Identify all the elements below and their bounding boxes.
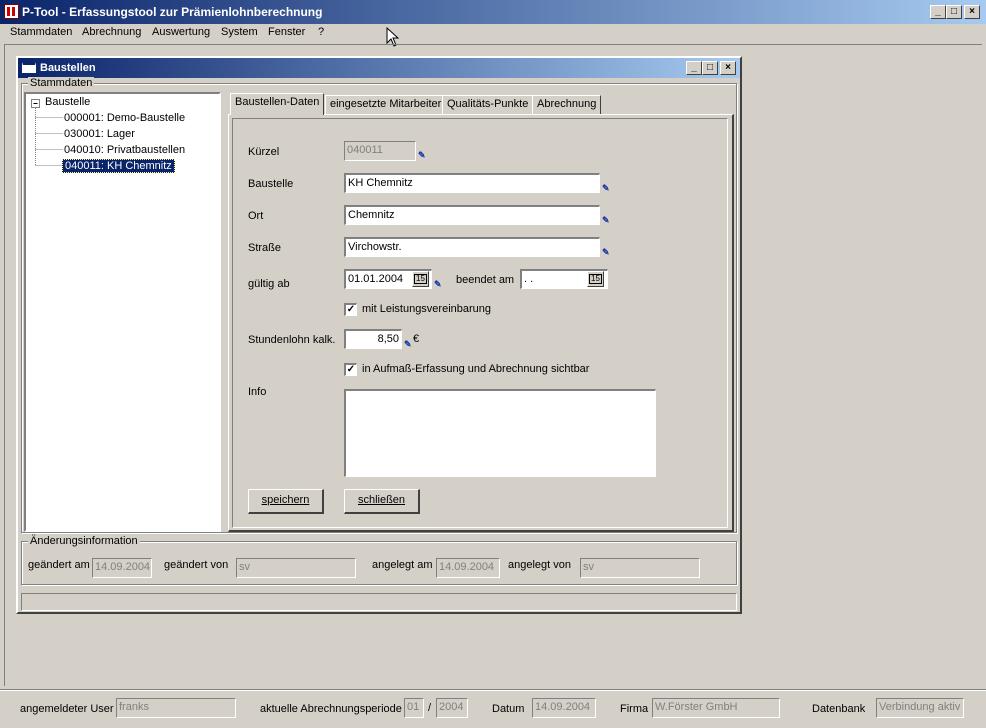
tab-baustellen-daten[interactable]: Baustellen-Daten: [230, 93, 325, 115]
baustellen-tree[interactable]: Baustelle 000001: Demo-Baustelle 030001:…: [24, 92, 221, 532]
menu-auswertung[interactable]: Auswertung: [152, 26, 210, 38]
sichtbar-checkbox[interactable]: ✓: [344, 363, 357, 376]
kuerzel-field: 040011: [344, 141, 416, 161]
datum-field: 14.09.2004: [532, 698, 596, 718]
calendar-icon[interactable]: 15: [587, 271, 604, 287]
save-button[interactable]: speichern: [248, 489, 324, 514]
db-field: Verbindung aktiv: [876, 698, 964, 718]
edit-pen-icon: ✎: [602, 215, 610, 225]
angelegt-am-label: angelegt am: [372, 559, 433, 571]
gueltig-label: gültig ab: [248, 278, 290, 290]
period-separator: /: [428, 702, 432, 714]
beendet-label: beendet am: [456, 274, 515, 286]
minimize-button[interactable]: _: [930, 5, 946, 19]
strasse-label: Straße: [248, 242, 282, 254]
baustelle-input[interactable]: KH Chemnitz: [344, 173, 600, 193]
user-field: franks: [116, 698, 236, 718]
angelegt-von-field: sv: [580, 558, 700, 578]
tab-abrechnung[interactable]: Abrechnung: [532, 95, 602, 114]
calendar-icon[interactable]: 15: [412, 271, 429, 287]
angelegt-am-field: 14.09.2004: [436, 558, 500, 578]
period-label: aktuelle Abrechnungsperiode: [260, 703, 402, 715]
period-year-field: 2004: [436, 698, 468, 718]
window-status-panel: [21, 593, 737, 611]
kuerzel-label: Kürzel: [248, 146, 280, 158]
tree-item[interactable]: 040010: Privatbaustellen: [64, 144, 185, 156]
tree-item-selected[interactable]: 040011: KH Chemnitz: [62, 159, 175, 173]
db-label: Datenbank: [812, 703, 866, 715]
tab-mitarbeiter[interactable]: eingesetzte Mitarbeiter: [325, 95, 447, 114]
close-form-button[interactable]: schließen: [344, 489, 420, 514]
tree-root[interactable]: Baustelle: [45, 96, 90, 108]
close-button[interactable]: ×: [964, 5, 980, 19]
menu-system[interactable]: System: [221, 26, 258, 38]
statusbar-divider-light: [0, 690, 986, 691]
geaendert-von-label: geändert von: [164, 559, 229, 571]
app-titlebar[interactable]: P-Tool - Erfassungstool zur Prämienlohnb…: [0, 0, 986, 24]
stundenlohn-input[interactable]: 8,50: [344, 329, 402, 349]
firma-field: W.Förster GmbH: [652, 698, 780, 718]
sichtbar-label: in Aufmaß-Erfassung und Abrechnung sicht…: [362, 363, 590, 375]
maximize-button[interactable]: □: [946, 5, 962, 19]
leistung-checkbox[interactable]: ✓: [344, 303, 357, 316]
app-title: P-Tool - Erfassungstool zur Prämienlohnb…: [22, 5, 323, 19]
menu-stammdaten[interactable]: Stammdaten: [10, 26, 72, 38]
edit-pen-icon: ✎: [418, 150, 426, 160]
tab-qualitaets-punkte[interactable]: Qualitäts-Punkte: [442, 95, 534, 114]
menu-bar: Stammdaten Abrechnung Auswertung System …: [0, 24, 986, 42]
menu-abrechnung[interactable]: Abrechnung: [82, 26, 141, 38]
ort-input[interactable]: Chemnitz: [344, 205, 600, 225]
ort-label: Ort: [248, 210, 264, 222]
baustellen-titlebar[interactable]: Baustellen _ □ ×: [18, 58, 740, 78]
menu-fenster[interactable]: Fenster: [268, 26, 305, 38]
currency-label: €: [413, 333, 420, 345]
changes-group-label: Änderungsinformation: [28, 535, 140, 547]
geaendert-von-field: sv: [236, 558, 356, 578]
stammdaten-group-label: Stammdaten: [28, 77, 95, 89]
stundenlohn-label: Stundenlohn kalk.: [248, 334, 336, 346]
window-icon: [22, 62, 36, 73]
datum-label: Datum: [492, 703, 525, 715]
child-maximize-button[interactable]: □: [702, 61, 718, 75]
info-label: Info: [248, 386, 267, 398]
edit-pen-icon: ✎: [404, 339, 412, 349]
info-textarea[interactable]: [344, 389, 656, 477]
child-close-button[interactable]: ×: [720, 61, 736, 75]
app-icon: [4, 4, 19, 19]
baustelle-label: Baustelle: [248, 178, 294, 190]
angelegt-von-label: angelegt von: [508, 559, 571, 571]
geaendert-am-label: geändert am: [28, 559, 90, 571]
firma-label: Firma: [620, 703, 649, 715]
tree-item[interactable]: 030001: Lager: [64, 128, 135, 140]
geaendert-am-field: 14.09.2004: [92, 558, 152, 578]
user-label: angemeldeter User: [20, 703, 114, 715]
period-month-field: 01: [404, 698, 424, 718]
tree-item[interactable]: 000001: Demo-Baustelle: [64, 112, 185, 124]
edit-pen-icon: ✎: [602, 183, 610, 193]
child-minimize-button[interactable]: _: [686, 61, 702, 75]
strasse-input[interactable]: Virchowstr.: [344, 237, 600, 257]
edit-pen-icon: ✎: [602, 247, 610, 257]
window-title: Baustellen: [40, 62, 96, 74]
leistung-label: mit Leistungsvereinbarung: [362, 303, 492, 315]
edit-pen-icon: ✎: [434, 279, 442, 289]
menu-help[interactable]: ?: [318, 26, 324, 38]
